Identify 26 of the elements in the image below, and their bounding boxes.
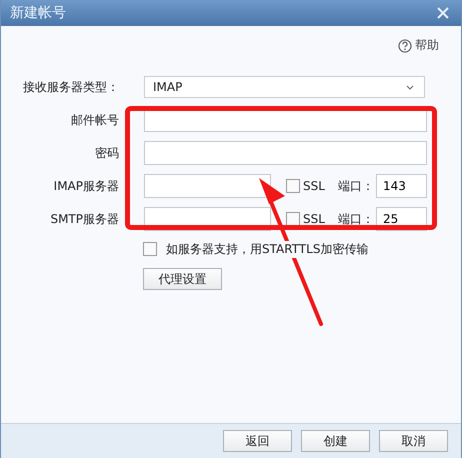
field-label: IMAP服务器 — [52, 178, 119, 194]
starttls-checkbox[interactable] — [143, 242, 157, 256]
dialog-button[interactable]: 创建 — [301, 430, 370, 452]
dialog-button[interactable]: 返回 — [223, 430, 292, 452]
caret-icon — [406, 84, 414, 90]
help-icon — [398, 38, 412, 52]
port-field[interactable]: 143 — [376, 174, 427, 198]
help-link[interactable]: 帮助 — [398, 37, 439, 54]
close-icon[interactable] — [436, 6, 450, 20]
ssl-checkbox[interactable] — [286, 212, 300, 226]
field-label: SMTP服务器 — [49, 210, 119, 228]
field-label: 密码 — [94, 144, 119, 162]
starttls-label: 如服务器支持，用STARTTLS加密传输 — [166, 240, 368, 258]
input-field[interactable] — [144, 141, 427, 165]
proxy-settings-button[interactable]: 代理设置 — [143, 268, 222, 290]
input-field[interactable] — [144, 174, 271, 198]
ssl-label: SSL — [303, 179, 326, 193]
port-label: 端口： — [338, 178, 375, 194]
field-label: 邮件帐号 — [70, 112, 119, 128]
ssl-label: SSL — [303, 212, 326, 226]
ssl-checkbox[interactable] — [286, 179, 300, 193]
field-label: 接收服务器类型： — [22, 78, 119, 96]
server-type-dropdown[interactable]: IMAP — [144, 76, 425, 98]
dialog-button[interactable]: 取消 — [379, 430, 448, 452]
window-title: 新建帐号 — [10, 4, 66, 22]
port-label: 端口： — [338, 210, 375, 228]
